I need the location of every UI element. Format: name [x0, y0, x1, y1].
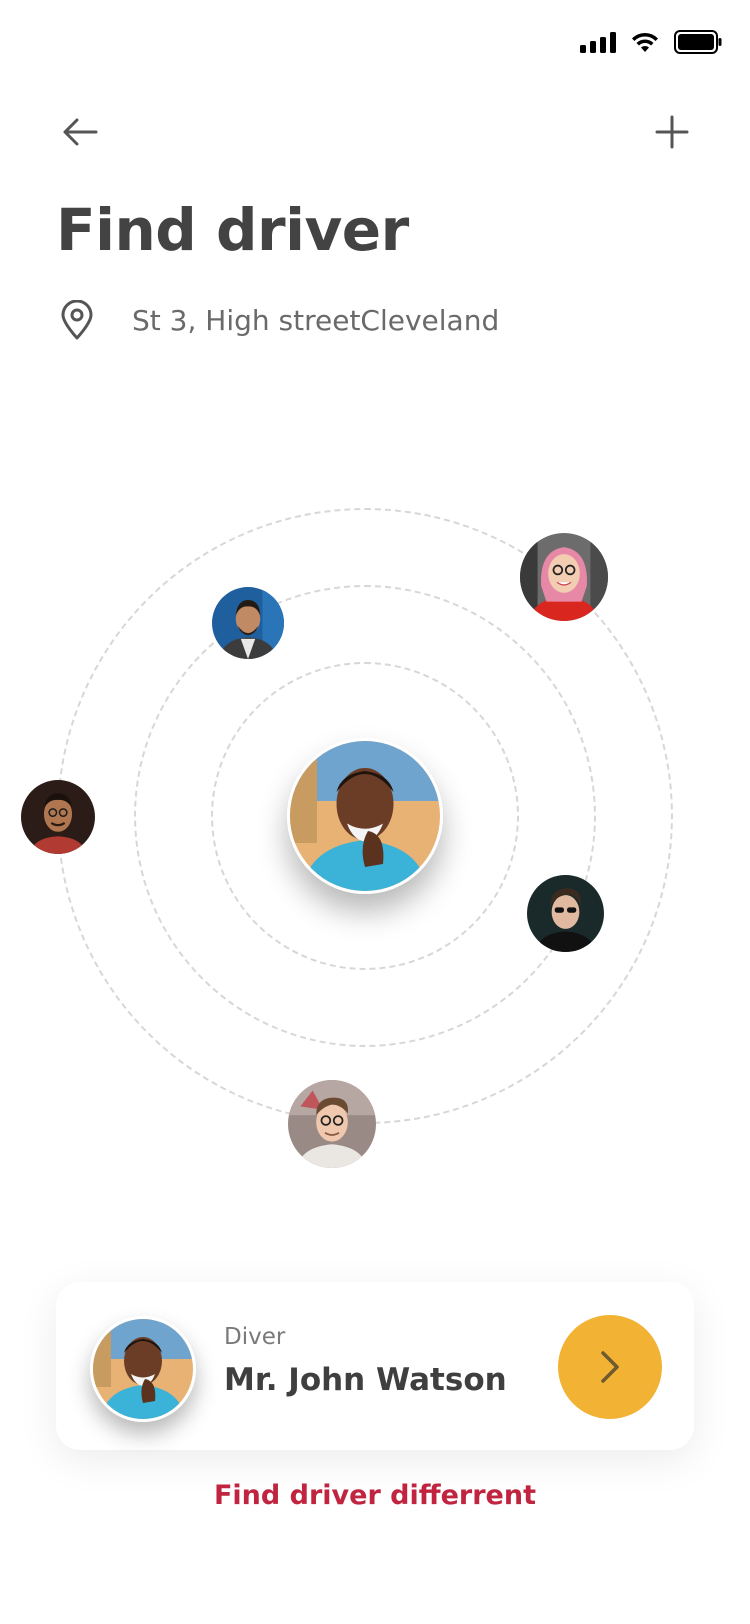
- plus-icon: [655, 115, 689, 149]
- signal-icon: [580, 31, 616, 53]
- location-address: St 3, High streetCleveland: [132, 303, 500, 337]
- wifi-icon: [632, 32, 658, 52]
- nearby-driver-avatar[interactable]: [520, 533, 608, 621]
- nearby-driver-avatar[interactable]: [527, 875, 604, 952]
- page-title: Find driver: [56, 196, 409, 264]
- location-row: St 3, High streetCleveland: [60, 300, 499, 340]
- nearby-driver-avatar[interactable]: [21, 780, 95, 854]
- driver-photo: [21, 780, 95, 854]
- driver-card[interactable]: Diver Mr. John Watson: [56, 1282, 694, 1450]
- battery-icon: [674, 30, 722, 54]
- driver-avatar: [90, 1316, 196, 1422]
- driver-photo: [290, 741, 440, 891]
- nearby-driver-avatar[interactable]: [288, 1080, 376, 1168]
- driver-photo: [520, 533, 608, 621]
- driver-role-label: Diver: [224, 1324, 286, 1350]
- driver-radar: [0, 480, 750, 1220]
- find-different-driver-link[interactable]: Find driver differrent: [0, 1480, 750, 1511]
- current-driver-avatar[interactable]: [287, 738, 443, 894]
- add-button[interactable]: [640, 100, 704, 164]
- arrow-left-icon: [63, 118, 98, 146]
- driver-photo: [212, 587, 284, 659]
- back-button[interactable]: [48, 100, 112, 164]
- map-pin-icon: [61, 300, 93, 340]
- driver-photo: [527, 875, 604, 952]
- driver-photo: [288, 1080, 376, 1168]
- driver-name: Mr. John Watson: [224, 1362, 507, 1398]
- select-driver-button[interactable]: [558, 1315, 662, 1419]
- driver-photo: [93, 1319, 193, 1419]
- status-bar: [580, 30, 722, 54]
- chevron-right-icon: [601, 1351, 619, 1383]
- nearby-driver-avatar[interactable]: [212, 587, 284, 659]
